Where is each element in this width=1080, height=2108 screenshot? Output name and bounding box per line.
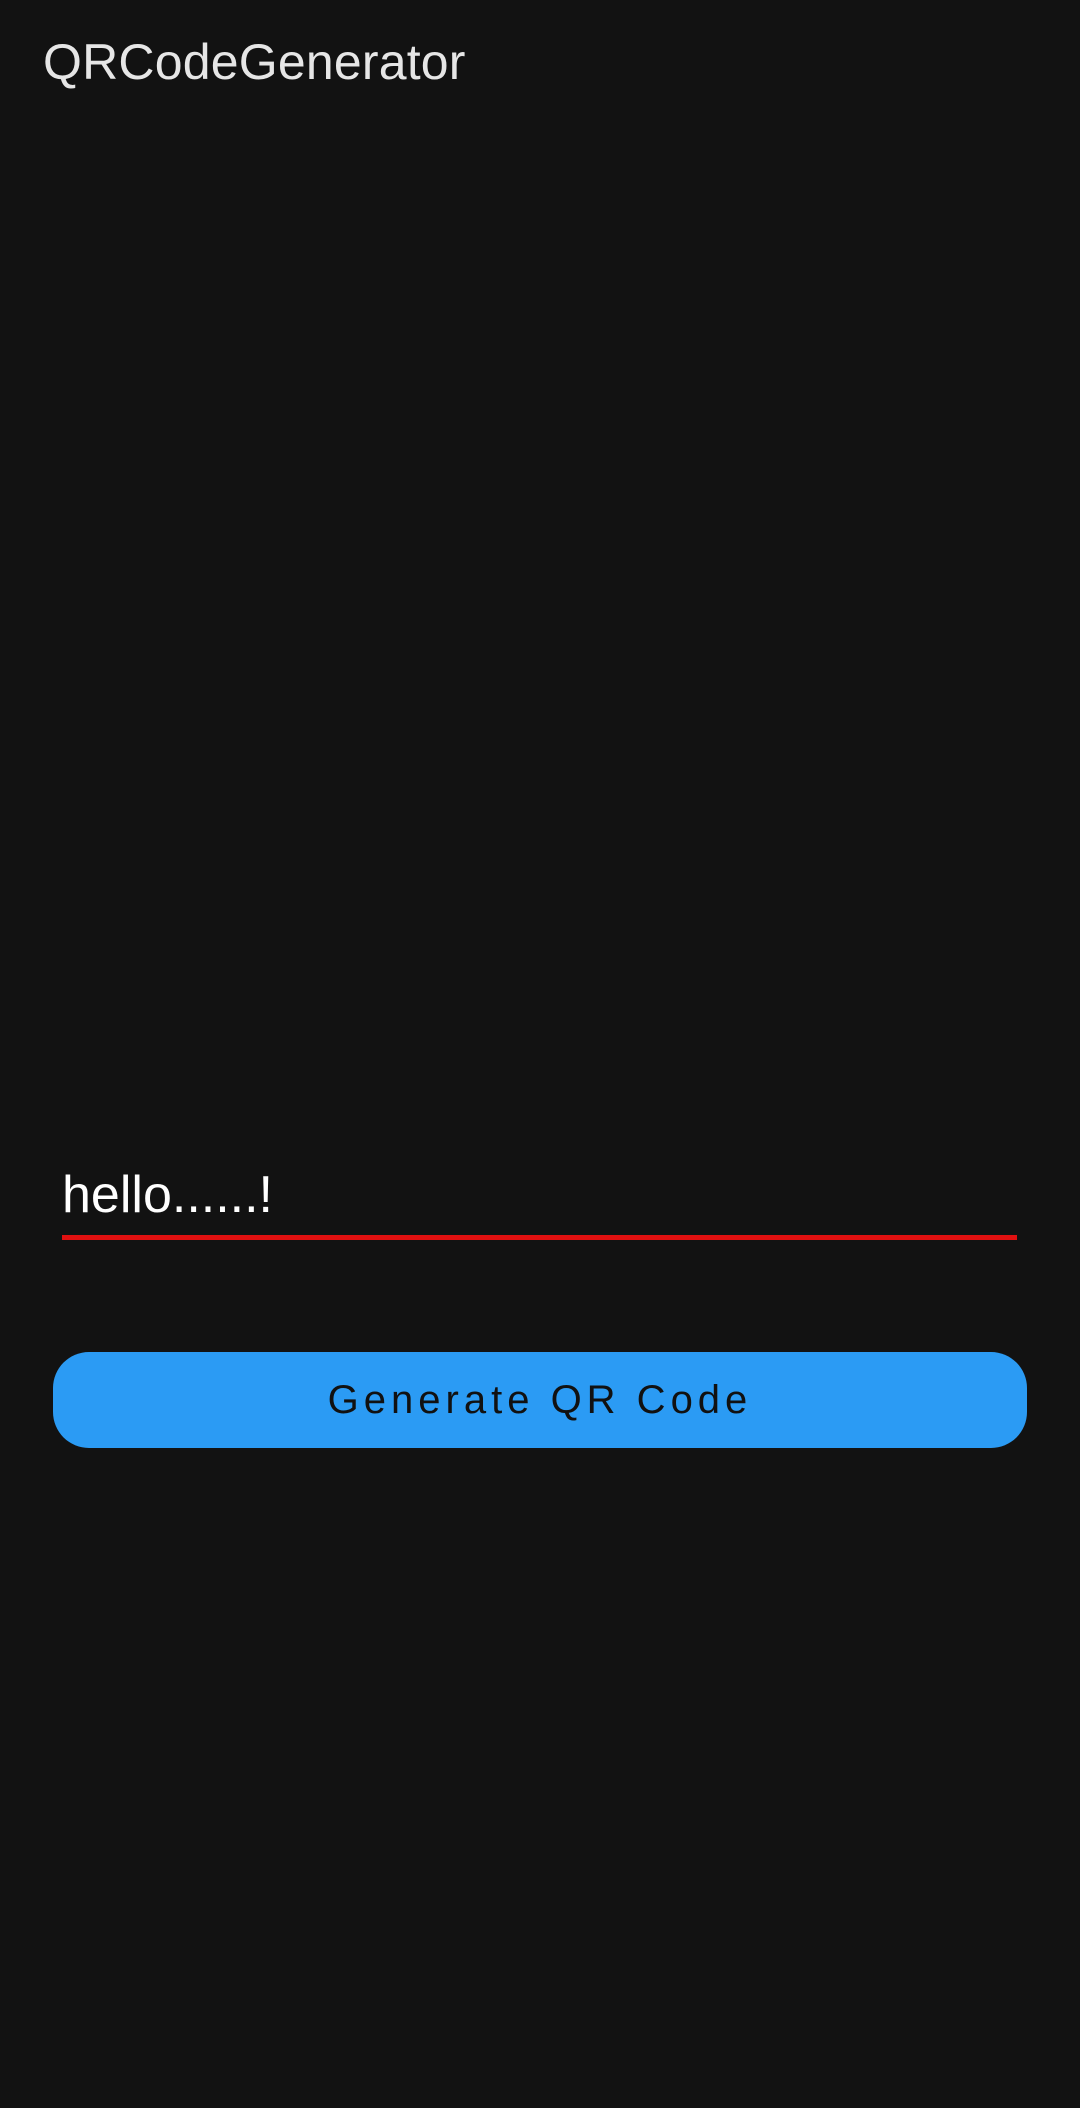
text-input[interactable] xyxy=(62,1155,1017,1235)
text-field[interactable] xyxy=(62,1155,1017,1241)
generate-qr-code-button-label: Generate QR Code xyxy=(327,1377,753,1422)
generate-qr-code-button[interactable]: Generate QR Code xyxy=(53,1352,1027,1448)
app-title: QRCodeGenerator xyxy=(43,34,466,90)
app-bar: QRCodeGenerator xyxy=(0,0,1080,126)
input-underline xyxy=(62,1235,1017,1240)
